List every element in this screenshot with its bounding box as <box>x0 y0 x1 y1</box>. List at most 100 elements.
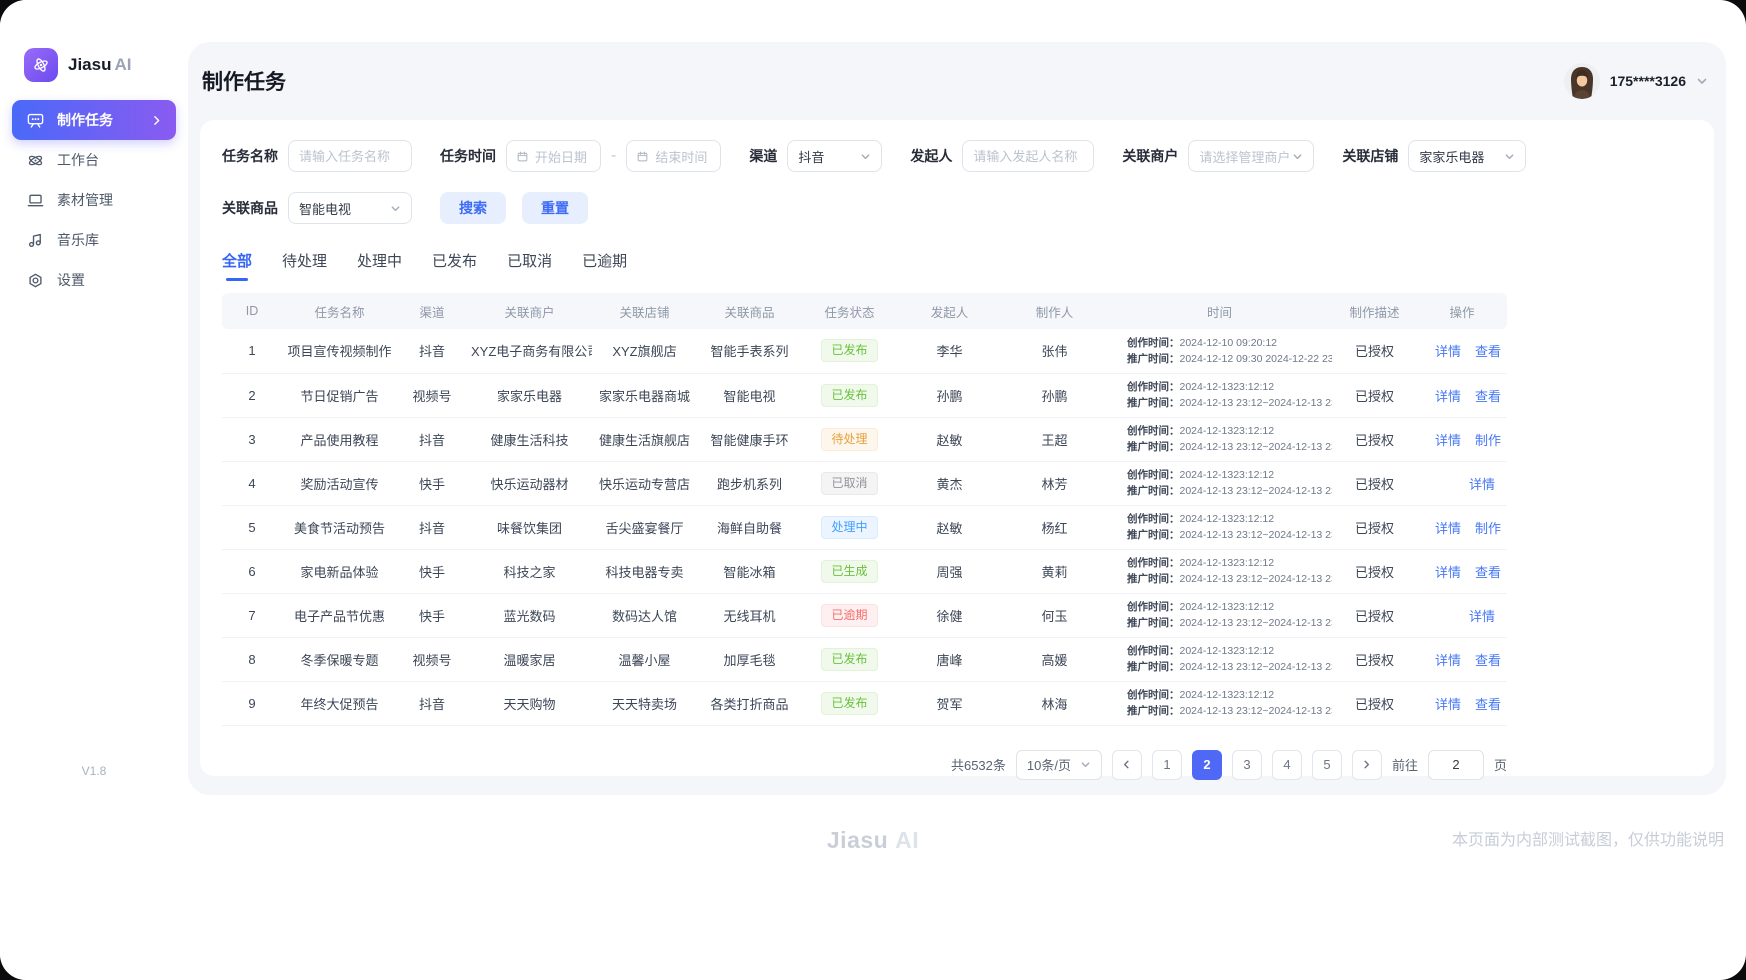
action-link[interactable]: 查看 <box>1475 565 1501 580</box>
table-cell-time: 创作时间：2024-12-1323:12:12推广时间：2024-12-13 2… <box>1107 505 1332 549</box>
page-button-3[interactable]: 3 <box>1232 750 1262 780</box>
table-row: 5美食节活动预告抖音味餐饮集团舌尖盛宴餐厅海鲜自助餐处理中赵敏杨红创作时间：20… <box>222 505 1507 549</box>
action-link[interactable]: 制作 <box>1475 433 1501 448</box>
sidebar-item-label: 设置 <box>57 270 85 290</box>
jiasu-logo-icon <box>24 48 58 82</box>
filter-task-time: 任务时间 开始日期 - 结束时间 <box>440 140 721 172</box>
tab-1[interactable]: 全部 <box>222 250 252 281</box>
task-name-input[interactable] <box>299 149 401 164</box>
reset-button[interactable]: 重置 <box>522 192 588 224</box>
end-date-placeholder: 结束时间 <box>655 147 707 166</box>
table-cell: 2 <box>222 373 282 417</box>
sidebar-item-4[interactable]: 音乐库 <box>12 220 176 260</box>
action-link[interactable]: 制作 <box>1475 521 1501 536</box>
action-link[interactable]: 查看 <box>1475 697 1501 712</box>
search-button[interactable]: 搜索 <box>440 192 506 224</box>
end-date-picker[interactable]: 结束时间 <box>626 140 721 172</box>
action-link[interactable]: 详情 <box>1435 433 1461 448</box>
action-link[interactable]: 查看 <box>1475 389 1501 404</box>
action-link[interactable]: 详情 <box>1435 389 1461 404</box>
table-cell-actions: 详情查看 <box>1417 681 1507 725</box>
table-cell: 奖励活动宣传 <box>282 461 397 505</box>
table-cell: 9 <box>222 681 282 725</box>
page-buttons: 12345 <box>1152 750 1342 780</box>
action-link[interactable]: 详情 <box>1435 653 1461 668</box>
action-link[interactable]: 详情 <box>1435 344 1461 359</box>
action-link[interactable]: 详情 <box>1469 609 1495 624</box>
filter-task-name: 任务名称 <box>222 140 412 172</box>
tab-4[interactable]: 已发布 <box>432 250 477 281</box>
merchant-select[interactable]: 请选择管理商户 <box>1188 140 1314 172</box>
table-cell: 林海 <box>1002 681 1107 725</box>
action-link[interactable]: 查看 <box>1475 344 1501 359</box>
tab-3[interactable]: 处理中 <box>357 250 402 281</box>
table-cell: 贺军 <box>897 681 1002 725</box>
table-cell-status: 已发布 <box>802 329 897 373</box>
table-cell: 冬季保暖专题 <box>282 637 397 681</box>
goto-page-input[interactable] <box>1428 750 1484 780</box>
time-line: 创作时间：2024-12-1323:12:12 <box>1127 467 1328 483</box>
action-link[interactable]: 详情 <box>1435 565 1461 580</box>
store-value: 家家乐电器 <box>1419 147 1484 166</box>
time-line: 创作时间：2024-12-1323:12:12 <box>1127 643 1328 659</box>
table-cell-actions: 详情 <box>1417 593 1507 637</box>
start-date-placeholder: 开始日期 <box>535 147 587 166</box>
product-select[interactable]: 智能电视 <box>288 192 412 224</box>
action-link[interactable]: 查看 <box>1475 653 1501 668</box>
page-button-4[interactable]: 4 <box>1272 750 1302 780</box>
table-cell: 8 <box>222 637 282 681</box>
tab-5[interactable]: 已取消 <box>507 250 552 281</box>
table-cell-status: 已发布 <box>802 637 897 681</box>
app-window: JiasuAI 制作任务工作台素材管理音乐库设置 V1.8 制作任务 <box>0 0 1746 980</box>
filter-channel: 渠道 抖音 <box>749 140 882 172</box>
page-button-5[interactable]: 5 <box>1312 750 1342 780</box>
sidebar: JiasuAI 制作任务工作台素材管理音乐库设置 V1.8 <box>0 0 188 980</box>
chevron-left-icon <box>1121 759 1132 770</box>
table-cell-time: 创作时间：2024-12-1323:12:12推广时间：2024-12-13 2… <box>1107 417 1332 461</box>
page-button-1[interactable]: 1 <box>1152 750 1182 780</box>
table-cell-actions: 详情查看 <box>1417 329 1507 373</box>
start-date-picker[interactable]: 开始日期 <box>506 140 601 172</box>
user-menu[interactable]: 175****3126 <box>1564 63 1708 99</box>
table-cell-desc: 已授权 <box>1332 329 1417 373</box>
status-badge: 已逾期 <box>821 604 877 627</box>
user-phone: 175****3126 <box>1610 73 1686 89</box>
prev-page-button[interactable] <box>1112 750 1142 780</box>
table-row: 2节日促销广告视频号家家乐电器家家乐电器商城智能电视已发布孙鹏孙鹏创作时间：20… <box>222 373 1507 417</box>
table-cell: 唐峰 <box>897 637 1002 681</box>
brand-logo: JiasuAI <box>0 0 188 82</box>
table-row: 1项目宣传视频制作抖音XYZ电子商务有限公司XYZ旗舰店智能手表系列已发布李华张… <box>222 329 1507 373</box>
store-select[interactable]: 家家乐电器 <box>1408 140 1526 172</box>
table-cell: 家电新品体验 <box>282 549 397 593</box>
next-page-button[interactable] <box>1352 750 1382 780</box>
page-size-select[interactable]: 10条/页 <box>1016 750 1102 780</box>
table-cell-actions: 详情查看 <box>1417 373 1507 417</box>
table-cell: 孙鹏 <box>1002 373 1107 417</box>
table-cell-actions: 详情查看 <box>1417 637 1507 681</box>
table-row: 7电子产品节优惠快手蓝光数码数码达人馆无线耳机已逾期徐健何玉创作时间：2024-… <box>222 593 1507 637</box>
table-cell: 美食节活动预告 <box>282 505 397 549</box>
sidebar-item-3[interactable]: 素材管理 <box>12 180 176 220</box>
filter-product: 关联商品 智能电视 <box>222 192 412 224</box>
table-cell: 林芳 <box>1002 461 1107 505</box>
table-row: 6家电新品体验快手科技之家科技电器专卖智能冰箱已生成周强黄莉创作时间：2024-… <box>222 549 1507 593</box>
sidebar-item-1[interactable]: 制作任务 <box>12 100 176 140</box>
main-panel: 制作任务 175****3126 <box>188 42 1726 795</box>
page-button-2[interactable]: 2 <box>1192 750 1222 780</box>
table-header-row: ID任务名称渠道关联商户关联店铺关联商品任务状态发起人制作人时间制作描述操作 <box>222 293 1507 329</box>
initiator-input[interactable] <box>973 149 1083 164</box>
table-cell-status: 待处理 <box>802 417 897 461</box>
tab-6[interactable]: 已逾期 <box>582 250 627 281</box>
action-link[interactable]: 详情 <box>1469 477 1495 492</box>
action-link[interactable]: 详情 <box>1435 697 1461 712</box>
tab-2[interactable]: 待处理 <box>282 250 327 281</box>
status-badge: 已发布 <box>821 384 877 407</box>
table-cell: 6 <box>222 549 282 593</box>
sidebar-item-5[interactable]: 设置 <box>12 260 176 300</box>
action-link[interactable]: 详情 <box>1435 521 1461 536</box>
table-cell: 杨红 <box>1002 505 1107 549</box>
product-label: 关联商品 <box>222 198 278 218</box>
channel-select[interactable]: 抖音 <box>787 140 882 172</box>
sidebar-item-2[interactable]: 工作台 <box>12 140 176 180</box>
user-avatar <box>1564 63 1600 99</box>
